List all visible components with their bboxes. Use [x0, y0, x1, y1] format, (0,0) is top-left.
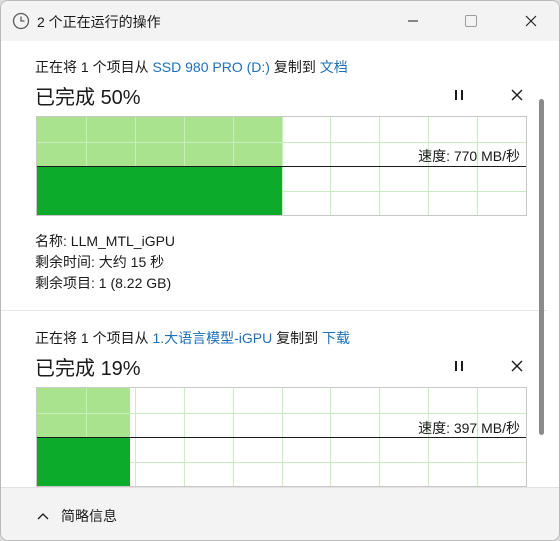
window-title: 2 个正在运行的操作 [37, 14, 161, 30]
description-middle: 复制到 [272, 330, 323, 346]
speed-graph-canvas [37, 117, 526, 215]
speed-fill [37, 166, 282, 215]
pause-icon [455, 361, 463, 371]
minimize-button[interactable] [390, 7, 436, 35]
speed-fill [37, 437, 130, 486]
footer: 简略信息 [1, 487, 559, 540]
time-remaining-label: 剩余时间: [35, 254, 95, 270]
source-link[interactable]: SSD 980 PRO (D:) [152, 59, 269, 75]
progress-title: 已完成 50% [35, 81, 141, 110]
name-label: 名称: [35, 233, 67, 249]
file-name: LLM_MTL_iGPU [70, 233, 176, 249]
clock-icon [12, 12, 30, 30]
operations-list[interactable]: 正在将 1 个项目从 SSD 980 PRO (D:) 复制到 文档 已完成 5… [1, 41, 547, 487]
operation-description: 正在将 1 个项目从 SSD 980 PRO (D:) 复制到 文档 [35, 57, 348, 77]
scrollbar[interactable] [539, 99, 544, 435]
source-link[interactable]: 1.大语言模型-iGPU [152, 330, 272, 346]
cancel-operation-button[interactable] [506, 84, 528, 106]
cancel-operation-button[interactable] [506, 355, 528, 377]
minimize-icon [408, 20, 418, 22]
items-remaining-label: 剩余项目: [35, 275, 95, 291]
progress-percent: 50% [100, 87, 141, 109]
detail-items-remaining: 剩余项目: 1 (8.22 GB) [35, 273, 171, 293]
fewer-details-button[interactable]: 简略信息 [37, 506, 117, 526]
progress-fill-light [37, 388, 130, 437]
title-bar: 2 个正在运行的操作 [1, 1, 559, 41]
time-remaining-value: 大约 15 秒 [98, 254, 165, 270]
pause-button[interactable] [448, 355, 470, 377]
chevron-up-icon [37, 513, 49, 520]
close-icon [511, 360, 523, 372]
detail-name: 名称: LLM_MTL_iGPU [35, 231, 175, 251]
destination-link[interactable]: 文档 [320, 59, 348, 75]
pause-button[interactable] [448, 84, 470, 106]
items-remaining-value: 1 (8.22 GB) [98, 275, 172, 291]
operation-item: 正在将 1 个项目从 SSD 980 PRO (D:) 复制到 文档 已完成 5… [1, 41, 547, 311]
progress-title: 已完成 19% [35, 352, 141, 381]
description-prefix: 正在将 1 个项目从 [35, 59, 153, 75]
description-prefix: 正在将 1 个项目从 [35, 330, 153, 346]
description-middle: 复制到 [269, 59, 320, 75]
progress-label: 已完成 [35, 87, 95, 109]
file-operation-dialog: 2 个正在运行的操作 正在将 1 个项目从 SSD 980 PRO (D:) 复… [0, 0, 560, 541]
destination-link[interactable]: 下载 [322, 330, 350, 346]
speed-graph: 速度: 770 MB/秒 [36, 116, 527, 216]
progress-fill-light [37, 117, 282, 166]
operation-description: 正在将 1 个项目从 1.大语言模型-iGPU 复制到 下载 [35, 328, 350, 348]
speed-text: 速度: 397 MB/秒 [418, 420, 520, 436]
speed-text: 速度: 770 MB/秒 [418, 148, 520, 164]
operation-item: 正在将 1 个项目从 1.大语言模型-iGPU 复制到 下载 已完成 19% 速… [1, 311, 547, 487]
progress-percent: 19% [100, 358, 141, 380]
pause-icon [455, 90, 463, 100]
close-button[interactable] [508, 7, 554, 35]
progress-label: 已完成 [35, 358, 95, 380]
detail-time-remaining: 剩余时间: 大约 15 秒 [35, 252, 164, 272]
close-icon [511, 89, 523, 101]
fewer-details-label: 简略信息 [61, 508, 117, 524]
close-icon [525, 15, 537, 27]
speed-graph: 速度: 397 MB/秒 [36, 387, 527, 487]
maximize-icon [465, 15, 477, 27]
maximize-button[interactable] [448, 7, 494, 35]
